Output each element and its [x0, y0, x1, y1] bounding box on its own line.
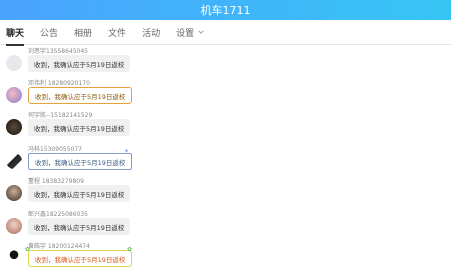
tab-announcements[interactable]: 公告 — [40, 26, 58, 39]
message-bubble[interactable]: 收到，我确认应于5月19日返校 — [28, 153, 133, 170]
message-item: 董程 18383279809 收到，我确认应于5月19日返校 — [6, 176, 186, 208]
tab-bar: 聊天 公告 相册 文件 活动 设置 — [0, 20, 451, 46]
avatar[interactable] — [6, 87, 22, 103]
bubble-corner-decoration: ✿ — [127, 246, 133, 253]
message-bubble[interactable]: 收到，我确认应于5月19日返校 — [28, 250, 133, 267]
tab-settings[interactable]: 设置 — [176, 26, 205, 39]
avatar[interactable] — [6, 119, 22, 135]
message-item: 邓伟利 18280920170 收到，我确认应于5月19日返校 — [6, 78, 186, 110]
tab-chat[interactable]: 聊天 — [6, 26, 25, 46]
avatar[interactable] — [6, 218, 22, 234]
avatar[interactable] — [6, 153, 22, 169]
message-list[interactable]: 刘思宇13558645045 收到，我确认应于5月19日返校 邓伟利 18280… — [0, 45, 451, 269]
tab-activities[interactable]: 活动 — [142, 26, 160, 39]
bubble-corner-decoration: ✦ — [124, 148, 130, 155]
sender-name: 邓伟利 18280920170 — [28, 80, 90, 87]
tab-settings-label: 设置 — [176, 28, 195, 39]
avatar[interactable] — [6, 185, 22, 201]
message-item: 黄皓宇 18200124474 收到，我确认应于5月19日返校 ✿ ✿ — [6, 241, 186, 269]
bubble-corner-decoration: ✿ — [25, 246, 31, 253]
tab-chat-label: 聊天 — [6, 28, 25, 39]
tab-announcements-label: 公告 — [40, 28, 59, 39]
message-bubble[interactable]: 收到，我确认应于5月19日返校 — [28, 119, 131, 136]
tab-activities-label: 活动 — [142, 28, 161, 39]
avatar[interactable] — [6, 55, 22, 71]
message-item: 刘思宇13558645045 收到，我确认应于5月19日返校 — [6, 46, 186, 78]
group-title: 机车1711 — [200, 4, 251, 17]
message-bubble[interactable]: 收到，我确认应于5月19日返校 — [28, 55, 131, 72]
message-bubble[interactable]: 收到，我确认应于5月19日返校 — [28, 185, 131, 202]
sender-name: 何宇航--15182141529 — [28, 112, 93, 119]
message-item: 何宇航--15182141529 收到，我确认应于5月19日返校 — [6, 110, 186, 142]
sender-name: 郎兴鑫18225086035 — [28, 211, 88, 218]
avatar[interactable] — [6, 250, 22, 266]
sender-name: 刘思宇13558645045 — [28, 48, 88, 55]
tab-files[interactable]: 文件 — [108, 26, 126, 39]
chevron-down-icon — [198, 30, 204, 34]
tab-album-label: 相册 — [74, 28, 93, 39]
sender-name: 黄皓宇 18200124474 — [28, 243, 90, 250]
message-item: 郎兴鑫18225086035 收到，我确认应于5月19日返校 — [6, 209, 186, 241]
message-bubble[interactable]: 收到，我确认应于5月19日返校 — [28, 218, 131, 235]
tab-album[interactable]: 相册 — [74, 26, 92, 39]
sender-name: 冯科15309055077 — [28, 146, 82, 153]
message-bubble[interactable]: 收到，我确认应于5月19日返校 — [28, 87, 133, 104]
sender-name: 董程 18383279809 — [28, 178, 84, 185]
tab-files-label: 文件 — [108, 28, 127, 39]
message-item: 冯科15309055077 收到，我确认应于5月19日返校 ✦ — [6, 144, 186, 176]
chat-title-bar: 机车1711 — [0, 0, 451, 20]
